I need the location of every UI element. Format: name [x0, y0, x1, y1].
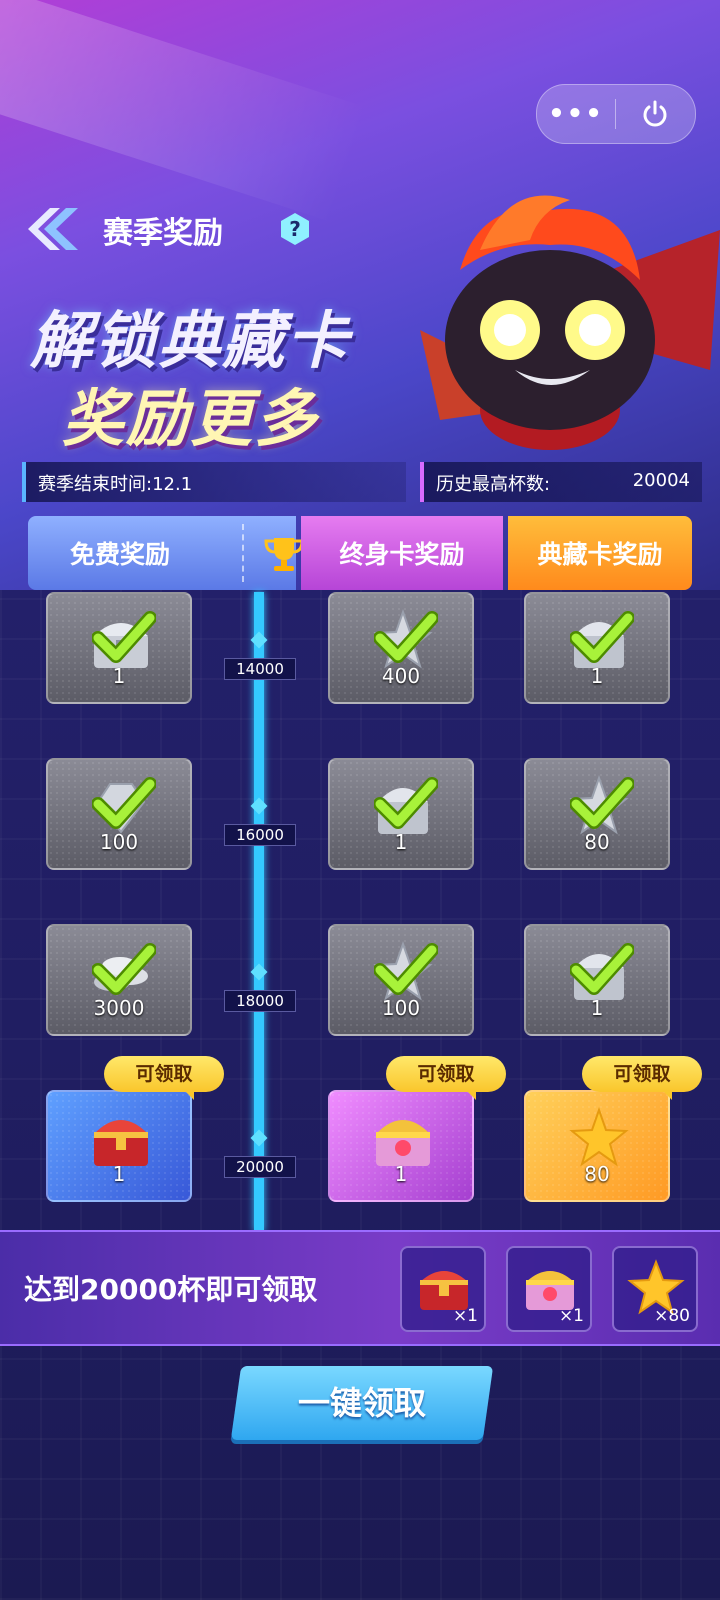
claimable-tag: 可领取: [104, 1056, 224, 1100]
reward-quantity: 400: [381, 664, 421, 688]
check-icon: [92, 611, 156, 663]
check-icon: [92, 943, 156, 995]
check-icon: [92, 777, 156, 829]
best-trophies-label: 历史最高杯数:: [436, 474, 551, 495]
page-title: 赛季奖励: [103, 216, 223, 251]
pending-item-count: ×80: [654, 1306, 690, 1326]
reward-quantity: 1: [394, 1162, 408, 1186]
reward-quantity: 1: [112, 664, 126, 688]
best-trophies-bar: 历史最高杯数: 20004: [420, 462, 702, 502]
tab-lifetime-rewards[interactable]: 终身卡奖励: [301, 516, 503, 590]
reward-card-life[interactable]: 400: [328, 592, 474, 704]
reward-card-col[interactable]: 80: [524, 1090, 670, 1202]
reward-card-free[interactable]: 100: [46, 758, 192, 870]
reward-quantity: 1: [112, 1162, 126, 1186]
banner-line-2: 奖励更多: [62, 382, 319, 455]
reward-card-col[interactable]: 1: [524, 592, 670, 704]
check-icon: [374, 943, 438, 995]
reward-card-life[interactable]: 1: [328, 758, 474, 870]
season-end-bar: 赛季结束时间:12.1: [22, 462, 406, 502]
check-icon: [570, 943, 634, 995]
milestone-label: 18000: [224, 990, 296, 1012]
best-trophies-value: 20004: [632, 470, 690, 491]
check-icon: [374, 611, 438, 663]
reward-card-life[interactable]: 1: [328, 1090, 474, 1202]
banner-line-1: 解锁典藏卡: [30, 304, 351, 377]
claim-all-label: 一键领取: [297, 1384, 426, 1422]
pending-item-2[interactable]: ×1: [506, 1246, 592, 1332]
reward-quantity: 80: [584, 1162, 610, 1186]
milestone-label: 16000: [224, 824, 296, 846]
check-icon: [570, 777, 634, 829]
mini-program-capsule: •••: [536, 84, 696, 144]
pending-item-3[interactable]: ×80: [612, 1246, 698, 1332]
more-button[interactable]: •••: [537, 99, 615, 129]
reward-quantity: 80: [584, 830, 610, 854]
dragon-mascot-image: [420, 160, 720, 460]
tab-collection-rewards[interactable]: 典藏卡奖励: [508, 516, 692, 590]
help-label: ?: [289, 217, 301, 241]
help-button[interactable]: ?: [278, 212, 312, 246]
check-icon: [570, 611, 634, 663]
tab-divider: [242, 524, 244, 582]
reward-card-col[interactable]: 80: [524, 758, 670, 870]
reward-card-col[interactable]: 1: [524, 924, 670, 1036]
back-icon[interactable]: [22, 204, 82, 254]
reward-card-free[interactable]: 1: [46, 1090, 192, 1202]
reward-quantity: 1: [590, 664, 604, 688]
reward-quantity: 100: [381, 996, 421, 1020]
claim-all-button[interactable]: 一键领取: [230, 1366, 494, 1440]
reward-quantity: 3000: [93, 996, 145, 1020]
reward-card-free[interactable]: 3000: [46, 924, 192, 1036]
season-end-text: 赛季结束时间:12.1: [38, 474, 193, 495]
pending-item-count: ×1: [558, 1306, 584, 1326]
check-icon: [374, 777, 438, 829]
reward-quantity: 1: [590, 996, 604, 1020]
claimable-tag: 可领取: [386, 1056, 506, 1100]
pending-reward-text: 达到20000杯即可领取: [24, 1273, 318, 1306]
pending-reward-bar: 达到20000杯即可领取 ×1 ×1 ×80: [0, 1230, 720, 1346]
tab-free-rewards[interactable]: 免费奖励: [28, 516, 304, 590]
tab-free-label: 免费奖励: [70, 540, 171, 569]
reward-quantity: 1: [394, 830, 408, 854]
reward-quantity: 100: [99, 830, 139, 854]
power-icon[interactable]: [616, 98, 694, 130]
milestone-label: 14000: [224, 658, 296, 680]
pending-item-1[interactable]: ×1: [400, 1246, 486, 1332]
reward-card-free[interactable]: 1: [46, 592, 192, 704]
reward-card-life[interactable]: 100: [328, 924, 474, 1036]
claimable-tag: 可领取: [582, 1056, 702, 1100]
trophy-icon: [264, 538, 304, 571]
pending-item-count: ×1: [452, 1306, 478, 1326]
milestone-label: 20000: [224, 1156, 296, 1178]
